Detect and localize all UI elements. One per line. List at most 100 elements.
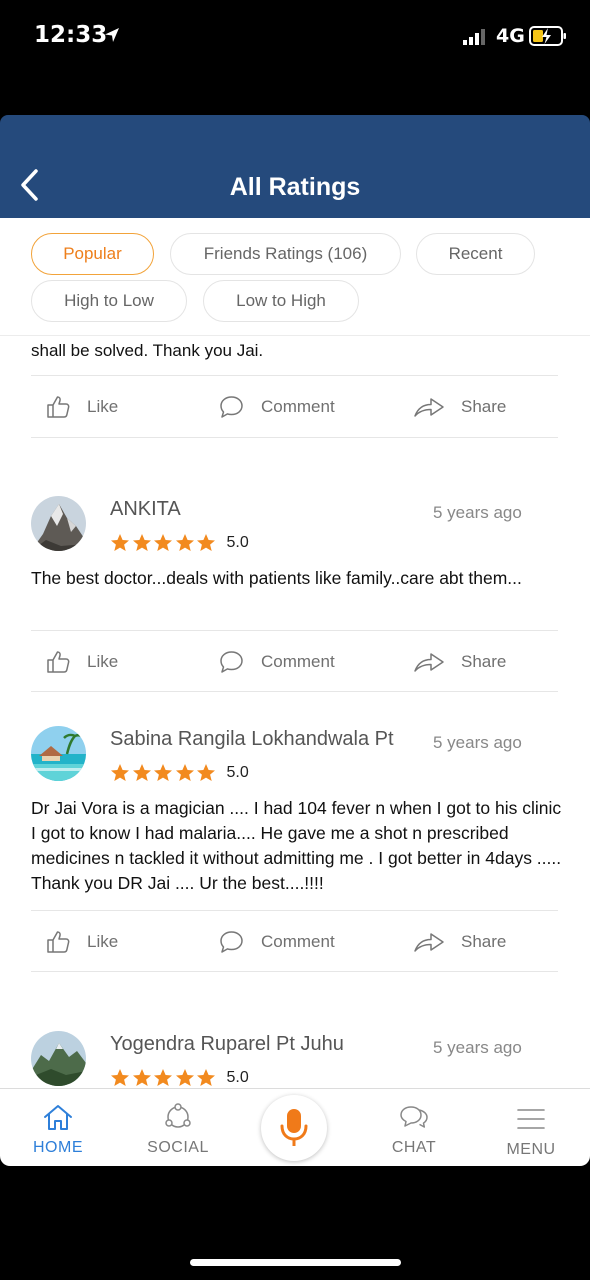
app-header: All Ratings — [0, 115, 590, 218]
thumbs-up-icon — [47, 931, 70, 953]
star-icon — [132, 1069, 151, 1086]
like-button[interactable]: Like — [45, 394, 118, 420]
share-arrow-icon — [414, 933, 444, 952]
avatar-landscape-image — [31, 1031, 86, 1086]
filter-recent[interactable]: Recent — [416, 233, 535, 275]
avatar-beach-image — [31, 726, 86, 781]
divider — [31, 630, 558, 631]
star-icon — [154, 1069, 172, 1086]
star-icon — [111, 764, 129, 781]
share-arrow-icon — [414, 398, 444, 417]
filter-popular[interactable]: Popular — [31, 233, 154, 275]
ratings-content: Popular Friends Ratings (106) Recent Hig… — [0, 218, 590, 1088]
star-icon — [132, 534, 151, 551]
star-icon — [111, 534, 129, 551]
social-network-icon — [165, 1103, 191, 1128]
star-icon — [175, 1069, 194, 1086]
comment-button[interactable]: Comment — [218, 929, 335, 955]
share-label: Share — [461, 932, 507, 951]
home-icon — [44, 1105, 72, 1130]
avatar-mountain-image — [31, 496, 86, 551]
thumbs-up-icon — [47, 396, 70, 418]
nav-social[interactable]: SOCIAL — [146, 1103, 210, 1157]
network-type: 4G — [496, 25, 525, 47]
share-arrow-icon — [414, 653, 444, 672]
star-icon — [154, 534, 172, 551]
page-title: All Ratings — [229, 173, 361, 201]
reviews-feed[interactable]: shall be solved. Thank you Jai. Like Com… — [0, 336, 590, 1088]
home-indicator[interactable] — [190, 1259, 401, 1266]
review-text: Dr Jai Vora is a magician .... I had 104… — [31, 798, 562, 893]
filter-low-to-high[interactable]: Low to High — [203, 280, 359, 322]
star-icon — [197, 1069, 215, 1086]
avatar[interactable] — [31, 726, 86, 781]
star-icon — [132, 764, 151, 781]
star-icon — [197, 534, 215, 551]
status-bar: 12:33 4G — [0, 0, 590, 115]
review-time: 5 years ago — [433, 733, 522, 752]
microphone-icon — [280, 1109, 308, 1146]
divider — [31, 691, 558, 692]
avatar[interactable] — [31, 1031, 86, 1086]
comment-button[interactable]: Comment — [218, 649, 335, 675]
share-label: Share — [461, 397, 507, 416]
share-button[interactable]: Share — [413, 649, 506, 675]
rating-score: 5.0 — [226, 534, 249, 551]
share-button[interactable]: Share — [413, 929, 506, 955]
nav-menu-label: MENU — [506, 1141, 556, 1158]
review-text-partial: shall be solved. Thank you Jai. — [31, 341, 264, 360]
hamburger-menu-icon — [517, 1109, 545, 1129]
nav-menu[interactable]: MENU — [503, 1105, 559, 1159]
nav-chat[interactable]: CHAT — [386, 1103, 442, 1157]
filter-bar: Popular Friends Ratings (106) Recent Hig… — [0, 218, 590, 336]
comment-bubble-icon — [220, 651, 243, 673]
like-button[interactable]: Like — [45, 929, 118, 955]
divider — [31, 910, 558, 911]
star-icon — [175, 534, 194, 551]
voice-search-button[interactable] — [261, 1095, 327, 1161]
reviewer-name[interactable]: Sabina Rangila Lokhandwala Pt — [110, 728, 394, 751]
review-time: 5 years ago — [433, 503, 522, 522]
bottom-nav: HOME SOCIAL CHAT MENU — [0, 1088, 590, 1166]
thumbs-up-icon — [47, 651, 70, 673]
divider — [31, 971, 558, 972]
chat-bubbles-icon — [400, 1106, 428, 1128]
star-icon — [111, 1069, 129, 1086]
reviewer-name[interactable]: ANKITA — [110, 498, 181, 521]
star-icon — [197, 764, 215, 781]
filter-high-to-low[interactable]: High to Low — [31, 280, 187, 322]
star-icon — [154, 764, 172, 781]
nav-home-label: HOME — [33, 1139, 83, 1156]
star-rating: 5.0 — [110, 763, 249, 783]
divider — [31, 375, 558, 376]
like-label: Like — [87, 932, 119, 951]
review-text: The best doctor...deals with patients li… — [31, 568, 522, 588]
status-time: 12:33 — [34, 22, 108, 48]
share-label: Share — [461, 652, 507, 671]
comment-bubble-icon — [220, 931, 243, 953]
comment-button[interactable]: Comment — [218, 394, 335, 420]
like-label: Like — [87, 652, 119, 671]
filter-friends-ratings[interactable]: Friends Ratings (106) — [170, 233, 401, 275]
like-button[interactable]: Like — [45, 649, 118, 675]
review-time: 5 years ago — [433, 1038, 522, 1057]
like-label: Like — [87, 397, 119, 416]
reviewer-name[interactable]: Yogendra Ruparel Pt Juhu — [110, 1033, 344, 1056]
comment-bubble-icon — [220, 396, 243, 418]
share-button[interactable]: Share — [413, 394, 506, 420]
comment-label: Comment — [261, 932, 335, 951]
signal-icon — [463, 29, 485, 45]
nav-social-label: SOCIAL — [147, 1139, 209, 1156]
star-rating: 5.0 — [110, 533, 249, 553]
divider — [31, 437, 558, 438]
nav-home[interactable]: HOME — [30, 1103, 86, 1157]
comment-label: Comment — [261, 652, 335, 671]
avatar[interactable] — [31, 496, 86, 551]
star-rating: 5.0 — [110, 1068, 249, 1088]
rating-score: 5.0 — [226, 1069, 249, 1086]
nav-chat-label: CHAT — [391, 1139, 437, 1156]
rating-score: 5.0 — [226, 764, 249, 781]
battery-charging-icon — [529, 26, 566, 46]
location-arrow-icon — [105, 28, 119, 42]
star-icon — [175, 764, 194, 781]
